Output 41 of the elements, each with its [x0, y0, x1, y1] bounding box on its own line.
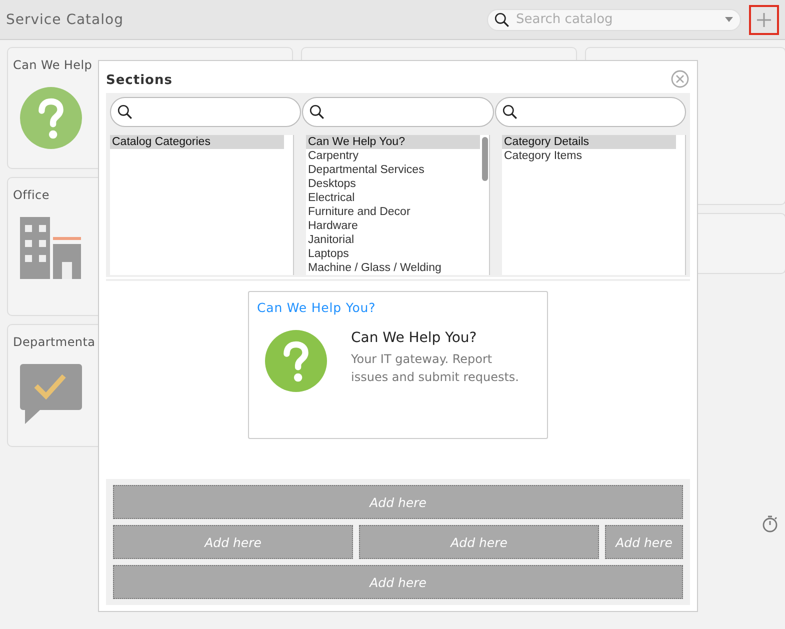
- close-icon: [671, 70, 689, 88]
- question-mark-icon: [20, 87, 82, 149]
- office-building-icon: [20, 217, 82, 279]
- card-title: Can We Help: [13, 58, 92, 72]
- preview-title: Can We Help You?: [351, 330, 478, 346]
- search-field[interactable]: [110, 97, 302, 128]
- list-item[interactable]: Category Items: [502, 149, 676, 164]
- list-item[interactable]: Can We Help You?: [306, 135, 480, 150]
- page-title: Service Catalog: [6, 12, 124, 28]
- list-item[interactable]: Category Details: [502, 135, 676, 150]
- list-item[interactable]: Catalog Categories: [110, 135, 284, 150]
- close-button[interactable]: [670, 70, 690, 90]
- preview-header: Can We Help You?: [257, 300, 377, 316]
- stopwatch-icon[interactable]: [762, 515, 778, 533]
- caret-icon: [724, 16, 734, 22]
- list-item[interactable]: Machine / Glass / Welding: [306, 261, 480, 276]
- search-icon: [117, 104, 133, 120]
- list-item[interactable]: Janitorial: [306, 233, 480, 248]
- card-title: Office: [13, 188, 50, 202]
- list-item[interactable]: Desktops: [306, 177, 480, 192]
- search-field[interactable]: [494, 97, 686, 128]
- search-icon: [309, 104, 326, 120]
- search-field[interactable]: [302, 97, 494, 128]
- dialog-title: Sections: [106, 72, 172, 88]
- card-title: Departmenta: [13, 335, 96, 349]
- search-input[interactable]: Search catalog: [514, 11, 720, 28]
- add-button[interactable]: [749, 4, 779, 34]
- list-item[interactable]: Furniture and Decor: [306, 205, 480, 220]
- search-bar[interactable]: Search catalog: [487, 8, 741, 30]
- scrollbar-thumb[interactable]: [482, 137, 488, 182]
- list-item[interactable]: Departmental Services: [306, 163, 480, 178]
- list-item[interactable]: Laptops: [306, 247, 480, 262]
- search-icon: [494, 12, 510, 28]
- chat-bubble-check-icon: [20, 364, 82, 426]
- plus-icon: [756, 12, 772, 28]
- preview-description: Your IT gateway. Report issues and submit requests.: [351, 351, 520, 386]
- question-mark-icon: [265, 330, 327, 392]
- search-icon: [502, 104, 518, 120]
- list-item[interactable]: Carpentry: [306, 149, 480, 164]
- list-item[interactable]: Electrical: [306, 191, 480, 206]
- list-item[interactable]: Hardware: [306, 219, 480, 234]
